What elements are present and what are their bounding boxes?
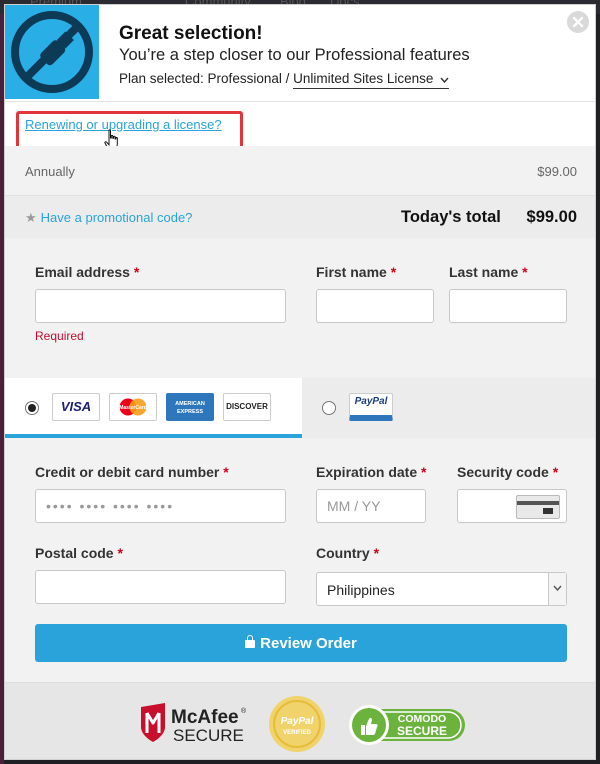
card-back-icon — [516, 495, 560, 519]
card-radio[interactable] — [25, 401, 39, 415]
mcafee-secure-text: SECURE — [173, 726, 244, 745]
postal-code-label: Postal code * — [35, 545, 123, 561]
amex-logo: AMERICAN EXPRESS — [166, 393, 214, 421]
required-mark: * — [552, 464, 559, 480]
card-form: Credit or debit card number * Expiration… — [5, 438, 595, 682]
card-number-label: Credit or debit card number * — [35, 464, 229, 480]
paypal-verified-badge: PayPal VERIFIED — [269, 696, 325, 752]
checkout-modal: Great selection! You’re a step closer to… — [4, 4, 596, 760]
contact-section: Email address * Required First name * La… — [5, 238, 595, 378]
email-label-text: Email address — [35, 264, 130, 280]
review-order-button[interactable]: Review Order — [35, 624, 567, 662]
close-icon[interactable] — [567, 11, 589, 33]
email-field[interactable] — [35, 289, 286, 323]
badges-svg: McAfee ® SECURE PayPal VERIFIED COMODO S… — [141, 696, 465, 752]
chevron-down-icon — [440, 75, 449, 86]
last-name-label-text: Last name — [449, 264, 519, 280]
mastercard-text: MasterCard — [119, 405, 147, 411]
modal-title: Great selection! — [119, 23, 263, 44]
billing-cycle-row: Annually $99.00 — [5, 146, 595, 196]
total-amount: $99.00 — [526, 208, 577, 226]
required-mark: * — [117, 545, 123, 561]
billing-price: $99.00 — [537, 164, 577, 179]
mcafee-secure-badge: McAfee ® SECURE — [141, 703, 247, 745]
plan-selected: Plan selected: Professional / Unlimited … — [119, 71, 450, 89]
postal-code-field[interactable] — [35, 570, 286, 604]
star-icon: ★ — [25, 210, 37, 225]
card-number-field[interactable] — [35, 489, 286, 523]
first-name-label: First name * — [316, 264, 396, 280]
email-label: Email address * — [35, 264, 139, 280]
security-code-label-text: Security code — [457, 464, 549, 480]
mcafee-registered: ® — [241, 707, 247, 715]
card-number-label-text: Credit or debit card number — [35, 464, 220, 480]
payment-method-tabs: VISA MasterCard AMERICAN EXPRESS DISCOVE… — [5, 378, 595, 438]
paypal-verified-subtext: VERIFIED — [283, 730, 311, 736]
paypal-logo: PayPal — [349, 393, 393, 421]
plan-label: Plan selected: Professional / — [119, 71, 290, 86]
modal-subtitle: You’re a step closer to our Professional… — [119, 46, 470, 64]
total-label: Today's total — [401, 208, 501, 226]
billing-cycle: Annually — [25, 164, 75, 179]
required-mark: * — [133, 264, 140, 280]
required-mark: * — [223, 464, 229, 480]
required-mark: * — [373, 545, 380, 561]
visa-logo: VISA — [52, 393, 100, 421]
tab-paypal[interactable]: PayPal — [302, 378, 595, 438]
promo-code-label: Have a promotional code? — [40, 210, 193, 225]
security-code-label: Security code * — [457, 464, 558, 480]
review-order-label: Review Order — [260, 634, 357, 652]
chevron-down-icon — [548, 573, 566, 605]
security-code-field[interactable] — [457, 489, 567, 523]
license-select[interactable]: Unlimited Sites License — [293, 71, 450, 89]
discover-logo: DISCOVER — [223, 393, 271, 421]
promo-total-row: ★ Have a promotional code? Today's total … — [5, 196, 595, 238]
promo-code-link[interactable]: ★ Have a promotional code? — [25, 210, 192, 226]
paypal-verified-text: PayPal — [281, 716, 314, 727]
mcafee-text: McAfee — [171, 707, 239, 728]
required-mark: * — [522, 264, 528, 280]
country-value: Philippines — [327, 582, 395, 598]
checkout-header: Great selection! You’re a step closer to… — [5, 5, 595, 101]
trust-badges: McAfee ® SECURE PayPal VERIFIED COMODO S… — [5, 682, 595, 759]
required-mark: * — [421, 464, 427, 480]
tab-credit-card[interactable]: VISA MasterCard AMERICAN EXPRESS DISCOVE… — [5, 378, 302, 438]
postal-code-label-text: Postal code — [35, 545, 114, 561]
country-label-text: Country — [316, 545, 370, 561]
last-name-field[interactable] — [449, 289, 567, 323]
expiry-field[interactable] — [316, 489, 426, 523]
country-select[interactable]: Philippines — [316, 572, 567, 606]
comodo-secure-text: SECURE — [397, 724, 447, 738]
email-error: Required — [35, 329, 84, 343]
paypal-radio[interactable] — [322, 401, 336, 415]
first-name-label-text: First name — [316, 264, 387, 280]
product-logo — [5, 5, 99, 99]
expiry-label: Expiration date * — [316, 464, 426, 480]
mastercard-logo: MasterCard — [109, 393, 157, 421]
plug-icon — [11, 11, 93, 93]
last-name-label: Last name * — [449, 264, 528, 280]
first-name-field[interactable] — [316, 289, 434, 323]
required-mark: * — [390, 264, 397, 280]
renew-row: Renewing or upgrading a license? — [5, 101, 595, 155]
license-option-label: Unlimited Sites License — [293, 71, 434, 86]
lock-icon — [245, 634, 256, 648]
country-label: Country * — [316, 545, 379, 561]
expiry-label-text: Expiration date — [316, 464, 418, 480]
comodo-secure-badge: COMODO SECURE — [349, 705, 465, 745]
